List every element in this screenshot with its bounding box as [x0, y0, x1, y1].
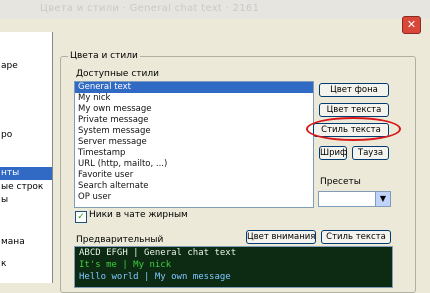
sidebar-item[interactable]: аре: [0, 60, 18, 73]
list-item[interactable]: Private message: [75, 115, 313, 126]
sidebar-item[interactable]: мана: [0, 236, 25, 249]
sidebar-item[interactable]: ы: [0, 194, 8, 207]
list-item[interactable]: System message: [75, 126, 313, 137]
group-label: Цвета и стили: [68, 51, 140, 61]
list-item[interactable]: Server message: [75, 137, 313, 148]
default-button[interactable]: Тауза: [352, 146, 389, 160]
preview-label: Предварительный: [76, 235, 164, 245]
list-item[interactable]: OP user: [75, 192, 313, 203]
bold-nicks-checkbox[interactable]: ✓: [75, 211, 87, 223]
window-title: Цвета и стили · General chat text · 2161: [40, 3, 260, 14]
close-icon: ✕: [406, 18, 417, 31]
close-button[interactable]: ✕: [402, 16, 421, 34]
list-item[interactable]: Favorite user: [75, 170, 313, 181]
styles-listbox[interactable]: General text My nick My own message Priv…: [74, 81, 314, 208]
list-item[interactable]: My own message: [75, 104, 313, 115]
bold-nicks-label: Ники в чате жирным: [89, 210, 188, 220]
preview-line: ABCD EFGH | General chat text: [79, 248, 237, 258]
sidebar-item[interactable]: к: [0, 258, 6, 271]
preview-line: It's me | My nick: [79, 260, 172, 270]
list-item[interactable]: Timestamp: [75, 148, 313, 159]
presets-label: Пресеты: [320, 177, 361, 187]
annotation-circle: [306, 117, 401, 141]
available-styles-label: Доступные стили: [76, 69, 159, 79]
bg-color-button[interactable]: Цвет фона: [319, 83, 389, 97]
list-item[interactable]: Search alternate: [75, 181, 313, 192]
sidebar-item[interactable]: ые строк: [0, 181, 43, 194]
text-color-button[interactable]: Цвет текста: [319, 103, 389, 117]
window-title-bar: Цвета и стили · General chat text · 2161: [0, 0, 430, 19]
attention-color-button[interactable]: Цвет внимания: [246, 230, 316, 244]
chevron-down-icon[interactable]: ▼: [375, 192, 390, 206]
sidebar-item[interactable]: ро: [0, 129, 12, 142]
preview-box: ABCD EFGH | General chat text It's me | …: [74, 246, 393, 288]
list-item-selected[interactable]: General text: [75, 82, 313, 93]
presets-select[interactable]: ▼: [318, 191, 391, 207]
list-item[interactable]: URL (http, mailto, ...): [75, 159, 313, 170]
preview-line: Hello world | My own message: [79, 272, 231, 282]
list-item[interactable]: My nick: [75, 93, 313, 104]
font-button[interactable]: Шриф: [319, 146, 347, 160]
preview-text-style-button[interactable]: Стиль текста: [321, 230, 391, 244]
settings-sidebar: аре ро нты ые строк ы мана к: [0, 32, 53, 283]
sidebar-item-selected[interactable]: нты: [0, 167, 52, 180]
